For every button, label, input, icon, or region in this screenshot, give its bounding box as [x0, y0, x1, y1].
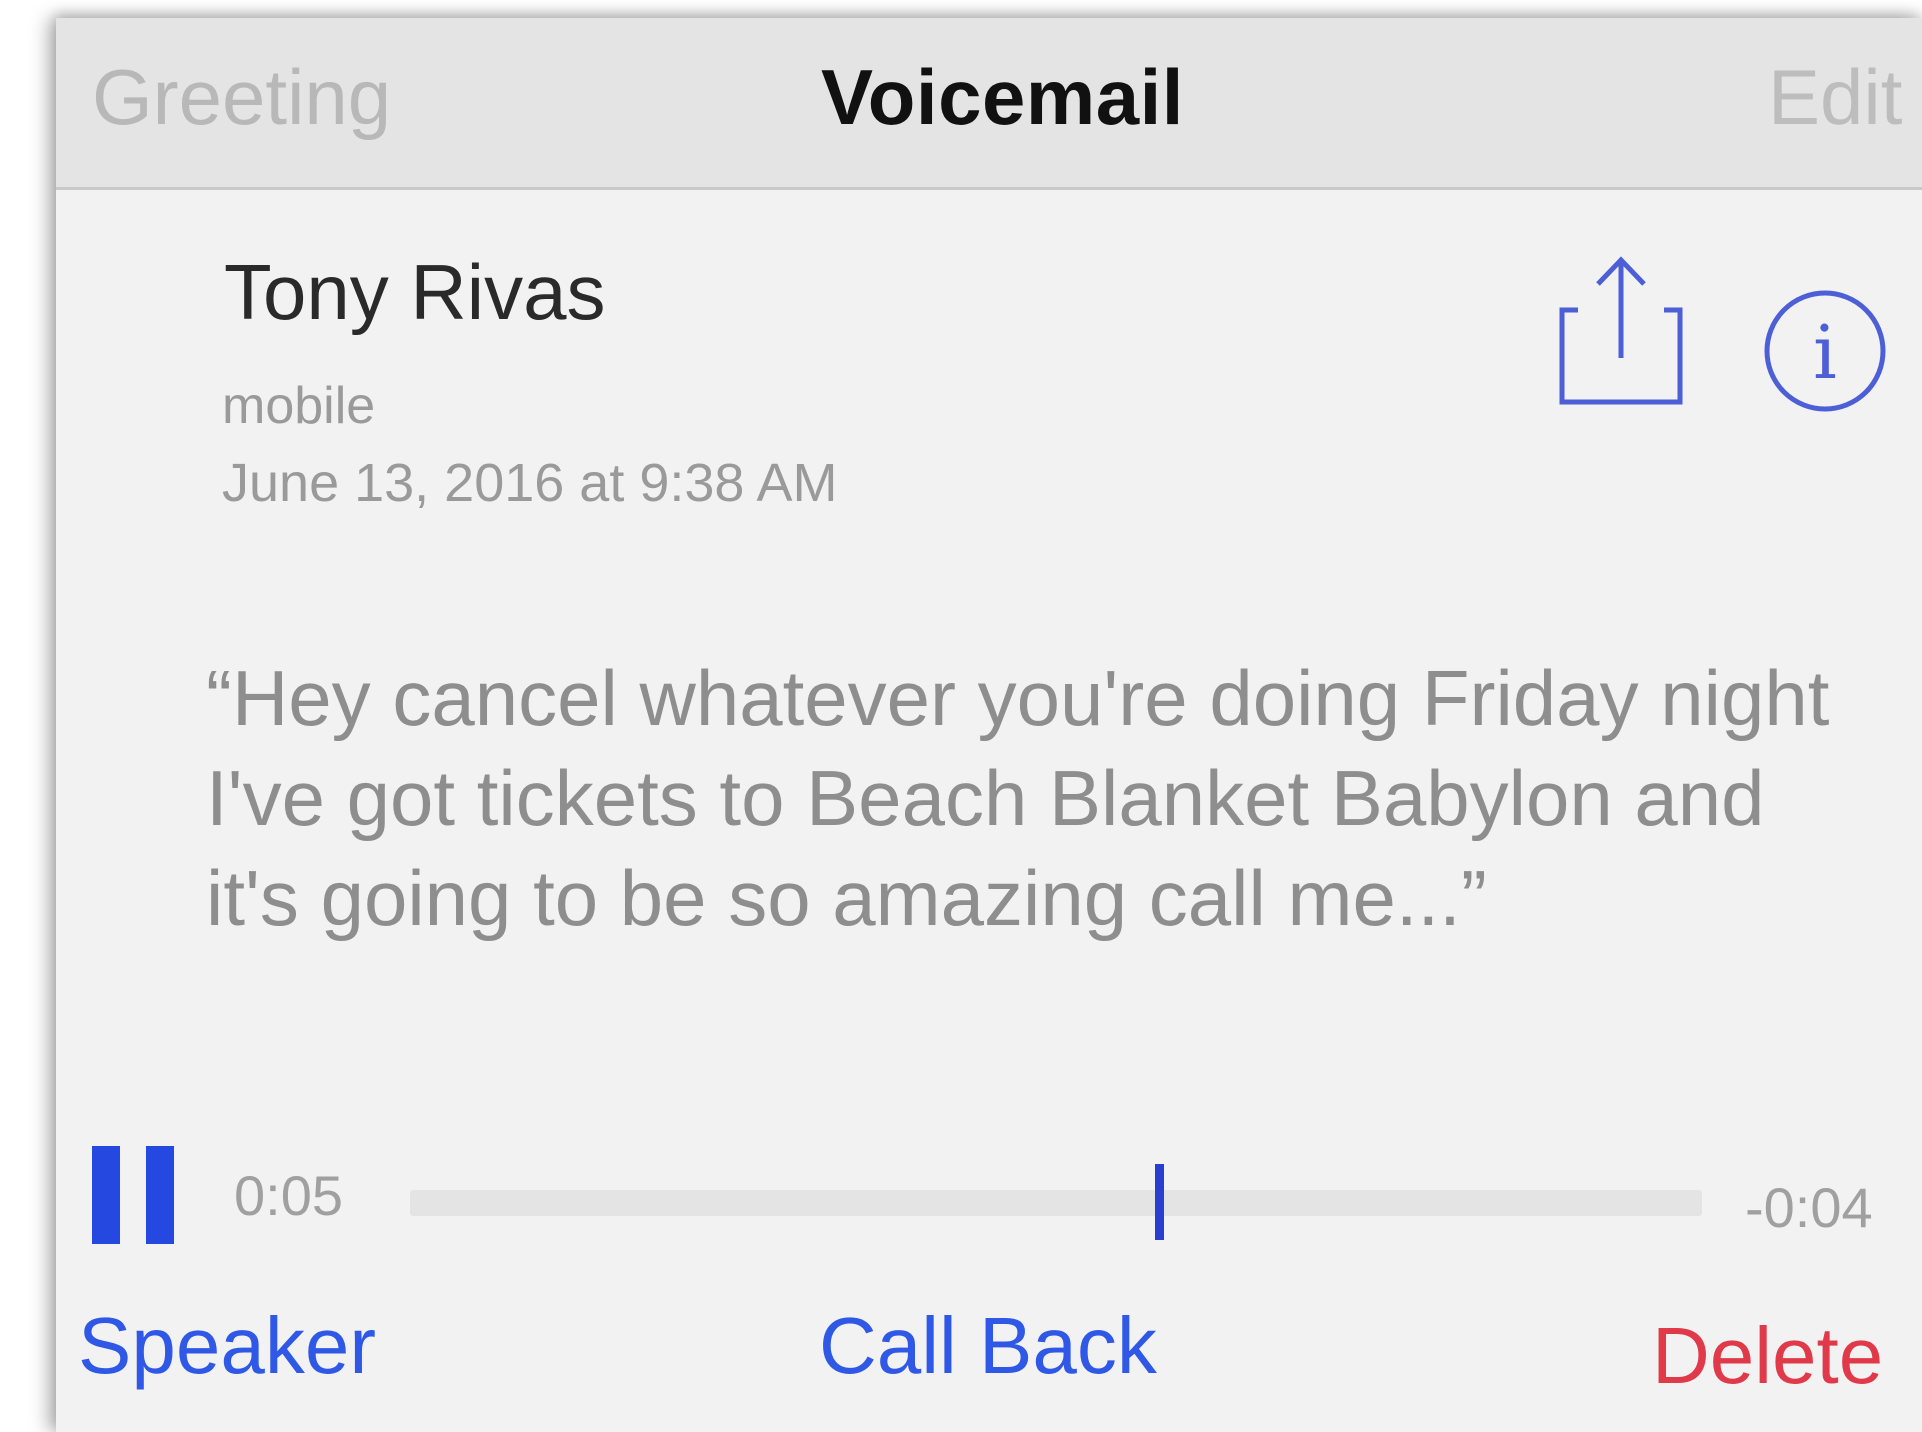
pause-button[interactable]: [92, 1146, 174, 1244]
edit-button[interactable]: Edit: [1768, 58, 1902, 136]
delete-button[interactable]: Delete: [1652, 1316, 1883, 1396]
playhead-handle[interactable]: [1155, 1164, 1165, 1240]
remaining-time: -0:04: [1745, 1176, 1873, 1239]
caller-number-type: mobile: [222, 377, 376, 435]
share-icon: [1559, 256, 1683, 405]
call-back-button[interactable]: Call Back: [819, 1306, 1157, 1386]
info-icon: i: [1764, 290, 1886, 412]
svg-text:i: i: [1813, 310, 1837, 396]
caller-name: Tony Rivas: [224, 248, 606, 336]
elapsed-time: 0:05: [234, 1164, 343, 1227]
share-button[interactable]: [1556, 250, 1686, 410]
voicemail-timestamp: June 13, 2016 at 9:38 AM: [222, 453, 838, 513]
info-button[interactable]: i: [1762, 288, 1888, 414]
speaker-button[interactable]: Speaker: [78, 1306, 376, 1386]
page-title: Voicemail: [821, 53, 1184, 141]
navigation-bar: Greeting Voicemail Edit: [56, 18, 1922, 190]
scrubber-track: [410, 1190, 1702, 1216]
voicemail-transcript: “Hey cancel whatever you're doing Friday…: [206, 654, 1830, 942]
playback-scrubber[interactable]: [410, 1164, 1702, 1240]
screen: Greeting Voicemail Edit Tony Rivas mobil…: [0, 0, 1922, 1432]
voicemail-screen: Greeting Voicemail Edit Tony Rivas mobil…: [56, 18, 1922, 1432]
